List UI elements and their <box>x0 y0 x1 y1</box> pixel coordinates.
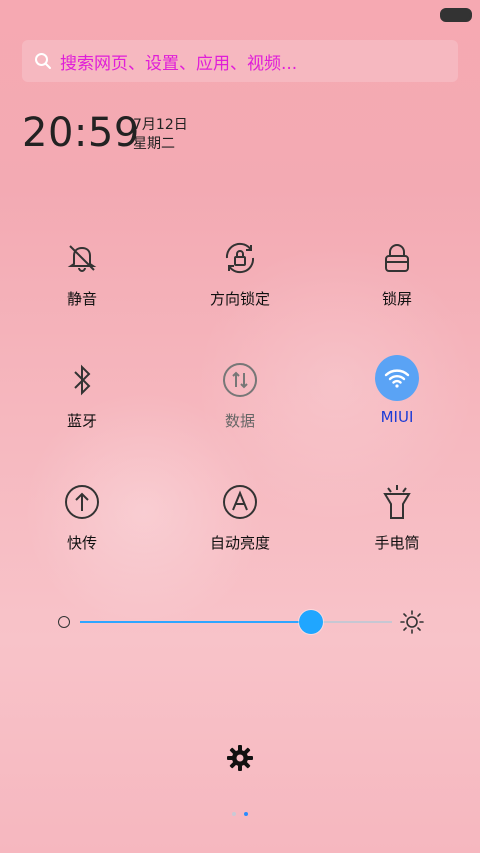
brightness-slider[interactable] <box>80 610 392 634</box>
lock-icon <box>375 236 419 280</box>
date-label: 7月12日 <box>133 117 188 133</box>
search-icon <box>34 52 52 70</box>
brightness-low-icon <box>58 616 70 628</box>
toggle-label: 手电筒 <box>374 534 420 552</box>
search-placeholder: 搜索网页、设置、应用、视频... <box>60 53 298 74</box>
mute-bell-icon <box>60 236 104 280</box>
toggle-label: 蓝牙 <box>66 412 97 430</box>
toggle-label: 静音 <box>66 290 97 308</box>
toggle-label: 快传 <box>66 534 97 552</box>
toggle-label: 数据 <box>224 412 255 430</box>
gear-icon[interactable] <box>226 744 254 772</box>
toggle-label: 自动亮度 <box>209 534 270 552</box>
toggle-label: MIUI <box>380 408 414 426</box>
rotation-lock-icon <box>218 236 262 280</box>
mobile-data-icon <box>218 358 262 402</box>
toggle-label: 方向锁定 <box>209 290 270 308</box>
auto-brightness-icon <box>218 480 262 524</box>
toggle-label: 锁屏 <box>381 290 412 308</box>
clock-time: 20:59 <box>22 110 140 156</box>
toggle-flashlight[interactable]: 手电筒 <box>337 480 457 570</box>
wifi-toggle <box>375 355 419 401</box>
toggle-mobile-data[interactable]: 数据 <box>180 358 300 448</box>
clock-date: 7月12日 星期二 <box>133 116 188 154</box>
battery-icon <box>440 8 472 22</box>
brightness-high-icon <box>400 610 424 634</box>
brightness-slider-knob[interactable] <box>298 610 323 634</box>
wifi-icon <box>375 355 419 401</box>
page-dot-1 <box>232 812 236 816</box>
page-indicator <box>232 812 248 816</box>
toggle-wifi[interactable]: MIUI <box>337 355 457 446</box>
toggle-mute[interactable]: 静音 <box>22 236 142 326</box>
share-upload-icon <box>60 480 104 524</box>
brightness-slider-fill <box>80 621 311 623</box>
weekday-label: 星期二 <box>133 136 175 152</box>
toggle-quick-share[interactable]: 快传 <box>22 480 142 570</box>
flashlight-icon <box>375 480 419 524</box>
toggle-rotation-lock[interactable]: 方向锁定 <box>180 236 300 326</box>
toggle-auto-brightness[interactable]: 自动亮度 <box>180 480 300 570</box>
search-bar[interactable]: 搜索网页、设置、应用、视频... <box>22 40 458 82</box>
toggle-bluetooth[interactable]: 蓝牙 <box>22 358 142 448</box>
toggle-lock-screen[interactable]: 锁屏 <box>337 236 457 326</box>
bluetooth-icon <box>60 358 104 402</box>
page-dot-2 <box>244 812 248 816</box>
